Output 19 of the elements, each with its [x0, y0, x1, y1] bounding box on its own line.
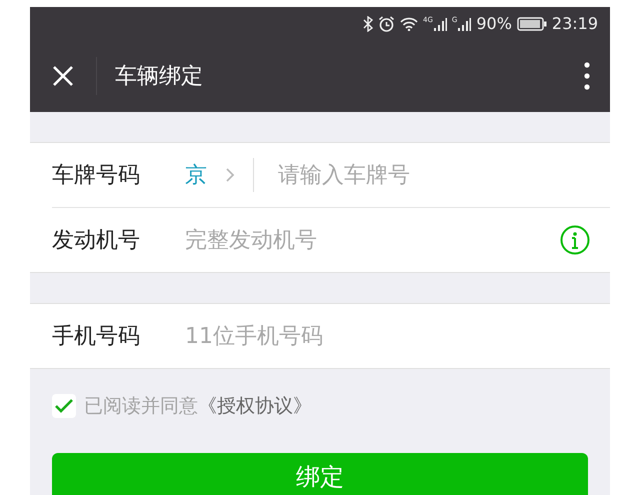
- agreement-checkbox[interactable]: [52, 394, 76, 418]
- info-icon[interactable]: [560, 225, 590, 255]
- page-title: 车辆绑定: [115, 63, 204, 91]
- clock-time: 23:19: [552, 14, 598, 33]
- more-menu-icon[interactable]: [584, 62, 590, 90]
- battery-icon: [516, 16, 547, 30]
- signal-icon: [432, 16, 447, 30]
- bluetooth-icon: [363, 16, 373, 32]
- signal-icon: [457, 16, 472, 30]
- agreement-link[interactable]: 《授权协议》: [198, 393, 312, 419]
- chevron-right-icon[interactable]: [225, 167, 235, 183]
- field-label: 手机号码: [52, 323, 141, 351]
- alarm-icon: [378, 16, 395, 32]
- field-label: 发动机号: [52, 227, 141, 255]
- agreement-text: 已阅读并同意: [84, 394, 198, 419]
- field-label: 车牌号码: [52, 162, 141, 190]
- close-icon[interactable]: [52, 65, 74, 87]
- battery-percentage: 90%: [476, 14, 512, 33]
- wifi-icon: [400, 16, 418, 30]
